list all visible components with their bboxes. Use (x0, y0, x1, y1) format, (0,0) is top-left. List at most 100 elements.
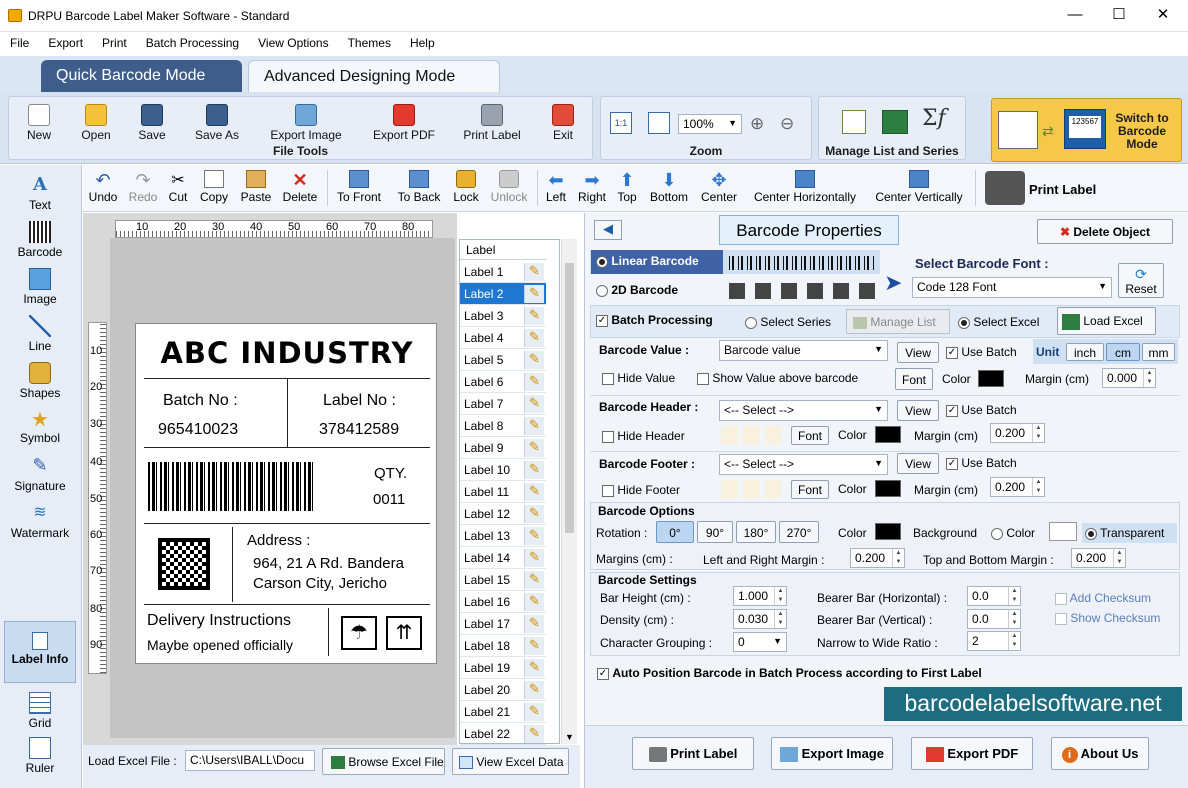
hide-value-check[interactable]: Hide Value (602, 371, 675, 385)
batch-value[interactable]: 965410023 (158, 421, 238, 439)
excel-path-input[interactable]: C:\Users\IBALL\Docu (185, 750, 315, 771)
pencil-edit-icon[interactable]: ✎ (524, 725, 544, 743)
bar-height-input[interactable]: 1.000 ▲ ▼ (733, 586, 787, 606)
qty-title[interactable]: QTY. (374, 465, 407, 482)
exit-button[interactable]: Exit (548, 104, 578, 142)
label-list-item[interactable]: Label 2 ✎ (460, 283, 546, 305)
checkbox-checked[interactable]: ✓ (946, 404, 958, 417)
pencil-edit-icon[interactable]: ✎ (524, 439, 544, 457)
label-list-item[interactable]: Label 1 ✎ (460, 261, 546, 283)
sigma-formula-icon[interactable]: Σ𝑓 (922, 106, 946, 131)
linear-barcode-samples[interactable] (729, 256, 875, 270)
new-button[interactable]: New (22, 104, 56, 142)
export-image-bottom-button[interactable]: Export Image (771, 737, 893, 770)
align-top-button[interactable]: ⬆ Top (614, 170, 640, 204)
spinner-arrows-icon[interactable]: ▲ ▼ (1143, 369, 1155, 387)
copy-button[interactable]: Copy (198, 170, 230, 204)
footer-align-icons[interactable] (721, 480, 781, 498)
zoom-select[interactable]: 100% ▼ (678, 114, 742, 134)
label-list-item[interactable]: Label 11 ✎ (460, 481, 546, 503)
tool-image[interactable]: Image (2, 268, 78, 306)
spinner-arrows-icon[interactable]: ▲ ▼ (774, 610, 786, 628)
lock-button[interactable]: Lock (451, 170, 481, 204)
about-us-button[interactable]: i About Us (1051, 737, 1149, 770)
address-line-1[interactable]: 964, 21 A Rd. Bandera (253, 555, 404, 572)
hide-header-check[interactable]: Hide Header (602, 429, 685, 443)
reset-button[interactable]: ⟳ Reset (1118, 263, 1164, 298)
select-excel-option[interactable]: Select Excel (958, 315, 1039, 329)
tab-quick-barcode-mode[interactable]: Quick Barcode Mode (41, 60, 242, 92)
redo-button[interactable]: ↷ Redo (128, 170, 158, 204)
menu-batch-processing[interactable]: Batch Processing (136, 32, 248, 50)
label-number-title[interactable]: Label No : (323, 392, 396, 410)
value-color-swatch[interactable] (978, 370, 1004, 387)
pencil-edit-icon[interactable]: ✎ (524, 615, 544, 633)
view-value-button[interactable]: View (897, 342, 939, 363)
maximize-button[interactable]: ☐ (1096, 0, 1142, 32)
label-list-item[interactable]: Label 3 ✎ (460, 305, 546, 327)
spinner-arrows-icon[interactable]: ▲ ▼ (1008, 632, 1020, 650)
unit-inch-button[interactable]: inch (1066, 343, 1104, 361)
checkbox-unchecked[interactable] (1055, 612, 1067, 625)
tool-shapes[interactable]: Shapes (2, 362, 78, 400)
tool-symbol[interactable]: ★ Symbol (2, 407, 78, 445)
fit-to-window-icon[interactable] (648, 112, 670, 134)
label-list-item[interactable]: Label 13 ✎ (460, 525, 546, 547)
delivery-note[interactable]: Maybe opened officially (147, 637, 293, 653)
header-margin-input[interactable]: 0.200 ▲ ▼ (990, 423, 1045, 443)
minimize-button[interactable]: — (1052, 0, 1098, 32)
view-excel-button[interactable]: View Excel Data (452, 748, 569, 775)
checkbox-checked[interactable]: ✓ (946, 346, 958, 359)
spinner-arrows-icon[interactable]: ▲ ▼ (892, 549, 904, 567)
close-button[interactable]: ✕ (1140, 0, 1186, 32)
delivery-title[interactable]: Delivery Instructions (147, 612, 291, 630)
label-list-item[interactable]: Label 14 ✎ (460, 547, 546, 569)
address-title[interactable]: Address : (247, 532, 310, 549)
show-above-check[interactable]: Show Value above barcode (697, 371, 858, 385)
label-list-item[interactable]: Label 19 ✎ (460, 657, 546, 679)
center-vertically-button[interactable]: Center Vertically (868, 170, 970, 204)
manage-list-button[interactable]: Manage List (846, 309, 950, 334)
zoom-out-icon[interactable]: ⊖ (780, 114, 794, 134)
export-pdf-bottom-button[interactable]: Export PDF (911, 737, 1033, 770)
checkbox-checked[interactable]: ✓ (596, 314, 608, 327)
tool-barcode[interactable]: Barcode (2, 221, 78, 259)
pencil-edit-icon[interactable]: ✎ (524, 681, 544, 699)
save-as-button[interactable]: Save As (190, 104, 244, 142)
pencil-edit-icon[interactable]: ✎ (524, 395, 544, 413)
value-font-button[interactable]: Font (895, 368, 933, 390)
label-design[interactable]: ABC INDUSTRY Batch No : 965410023 Label … (135, 323, 437, 664)
tab-advanced-designing-mode[interactable]: Advanced Designing Mode (248, 60, 500, 92)
tool-grid[interactable]: Grid (2, 692, 78, 730)
label-list-item[interactable]: Label 21 ✎ (460, 701, 546, 723)
excel-series-icon[interactable] (882, 110, 908, 134)
cut-button[interactable]: ✂ Cut (166, 170, 190, 204)
barcode-color-swatch[interactable] (875, 523, 901, 540)
batch-title[interactable]: Batch No : (163, 392, 238, 410)
bearer-v-input[interactable]: 0.0 ▲ ▼ (967, 609, 1021, 629)
label-list-item[interactable]: Label 8 ✎ (460, 415, 546, 437)
menu-view-options[interactable]: View Options (248, 32, 337, 50)
open-button[interactable]: Open (78, 104, 114, 142)
pencil-edit-icon[interactable]: ✎ (524, 659, 544, 677)
label-list-item[interactable]: Label 4 ✎ (460, 327, 546, 349)
menu-export[interactable]: Export (38, 32, 92, 50)
checkbox-unchecked[interactable] (1055, 592, 1067, 605)
spinner-arrows-icon[interactable]: ▲ ▼ (774, 587, 786, 605)
batch-processing-check[interactable]: ✓ Batch Processing (596, 313, 713, 327)
transparent-radio[interactable] (1085, 527, 1097, 540)
rotation-90-button[interactable]: 90° (697, 521, 733, 543)
barcode-image[interactable] (148, 462, 315, 511)
menu-help[interactable]: Help (400, 32, 444, 50)
unlock-button[interactable]: Unlock (487, 170, 531, 204)
header-color-swatch[interactable] (875, 426, 901, 443)
checkbox-unchecked[interactable] (602, 430, 614, 443)
to-back-button[interactable]: To Back (394, 170, 444, 204)
bearer-h-input[interactable]: 0.0 ▲ ▼ (967, 586, 1021, 606)
select-excel-radio[interactable] (958, 316, 970, 329)
density-input[interactable]: 0.030 ▲ ▼ (733, 609, 787, 629)
qr-code-image[interactable] (158, 538, 210, 590)
pencil-edit-icon[interactable]: ✎ (524, 703, 544, 721)
label-list-item[interactable]: Label 5 ✎ (460, 349, 546, 371)
lr-margin-input[interactable]: 0.200 ▲ ▼ (850, 548, 905, 568)
